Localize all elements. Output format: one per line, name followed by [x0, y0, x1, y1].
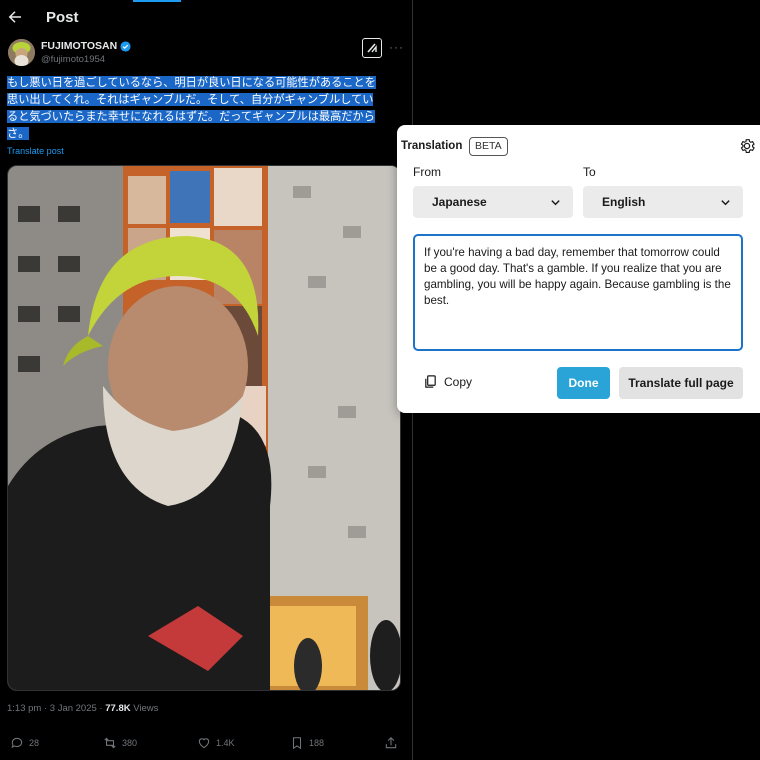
tweet-line: 思い出してくれ。それはギャンブルだ。そして、自分がギャンブルしてい	[7, 93, 374, 106]
post-photo[interactable]: 20	[7, 165, 401, 691]
page-title: Post	[46, 9, 79, 26]
translation-result-textarea[interactable]: If you're having a bad day, remember tha…	[413, 234, 743, 351]
author-handle[interactable]: @fujimoto1954	[41, 54, 105, 65]
grok-icon	[367, 43, 377, 53]
beta-badge: BETA	[469, 137, 508, 156]
like-count: 1.4K	[216, 738, 235, 748]
bookmark-icon	[292, 737, 302, 750]
back-arrow-icon[interactable]	[6, 8, 24, 26]
reply-button[interactable]: 28	[10, 736, 39, 750]
reply-count: 28	[29, 738, 40, 748]
to-language-select[interactable]: English	[583, 186, 743, 218]
grok-button[interactable]	[362, 38, 382, 58]
photo-illustration: 20	[8, 166, 400, 690]
tweet-line: もし悪い日を過ごしているなら、明日が良い日になる可能性があることを	[7, 76, 376, 89]
repost-icon	[104, 737, 116, 749]
to-language-value: English	[602, 195, 646, 209]
done-button[interactable]: Done	[557, 367, 610, 399]
tweet-line: ると気づいたらまた幸せになれるはずだ。だってギャンブルは最高だから	[7, 110, 375, 123]
reply-icon	[11, 737, 23, 749]
translation-title: Translation	[401, 140, 463, 152]
like-button[interactable]: 1.4K	[197, 736, 235, 750]
post-header: Post	[0, 0, 412, 36]
translate-full-page-button[interactable]: Translate full page	[619, 367, 743, 399]
author-display-name[interactable]: FUJIMOTOSAN	[41, 40, 117, 52]
from-language-value: Japanese	[432, 195, 487, 209]
chevron-down-icon	[721, 200, 730, 206]
bookmark-count: 188	[309, 738, 325, 748]
copy-label: Copy	[444, 374, 473, 389]
from-language-select[interactable]: Japanese	[413, 186, 573, 218]
post-column: Post FUJIMOTOSAN @fujimoto1954 ··· もし悪い日…	[0, 0, 413, 760]
from-label: From	[413, 165, 441, 179]
more-options-icon[interactable]: ···	[389, 40, 404, 54]
bookmark-button[interactable]: 188	[290, 736, 324, 750]
tweet-text: もし悪い日を過ごしているなら、明日が良い日になる可能性があることを 思い出してく…	[7, 74, 401, 142]
gear-icon[interactable]	[738, 137, 756, 155]
post-timestamp[interactable]: 1:13 pm · 3 Jan 2025 ·	[7, 703, 105, 714]
views-count: 77.8K	[105, 703, 131, 714]
avatar[interactable]	[8, 39, 35, 66]
heart-icon	[198, 738, 210, 749]
repost-button[interactable]: 380	[103, 736, 137, 750]
repost-count: 380	[122, 738, 138, 748]
post-actions: 28 380 1.4K 188	[8, 736, 400, 754]
views-label: Views	[130, 703, 159, 714]
to-label: To	[583, 165, 596, 179]
copy-button[interactable]: Copy	[423, 374, 472, 389]
tweet-line: さ。	[7, 127, 30, 140]
verified-badge-icon	[120, 40, 131, 52]
chevron-down-icon	[551, 200, 560, 206]
translation-popup: Translation BETA From To Japanese Englis…	[397, 125, 760, 413]
share-button[interactable]	[384, 736, 398, 750]
share-icon	[385, 737, 397, 749]
copy-icon	[425, 375, 436, 388]
post-meta: 1:13 pm · 3 Jan 2025 · 77.8K Views	[7, 703, 158, 714]
author-name-row[interactable]: FUJIMOTOSAN	[41, 40, 131, 52]
translate-post-link[interactable]: Translate post	[7, 146, 64, 156]
